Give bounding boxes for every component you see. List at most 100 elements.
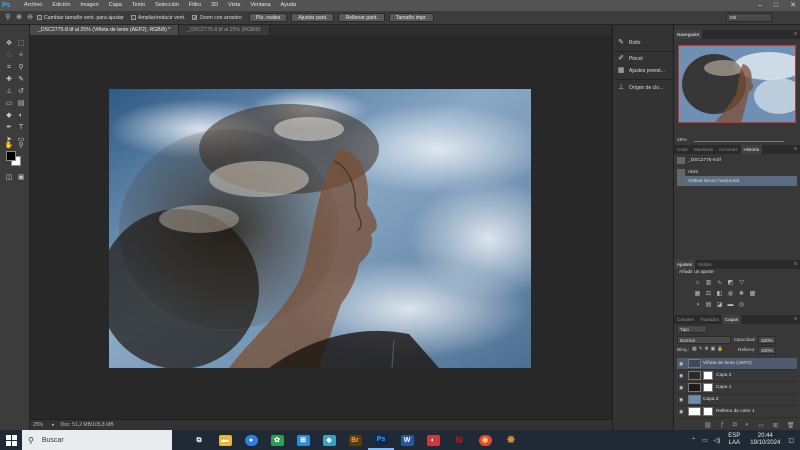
eye-icon[interactable]: ◉ bbox=[679, 385, 686, 391]
eye-icon[interactable]: ◉ bbox=[679, 397, 686, 403]
taskbar-chrome[interactable]: ◉ bbox=[472, 430, 498, 450]
foreground-color-swatch[interactable] bbox=[6, 151, 16, 161]
tab-swatches[interactable]: Muestras bbox=[691, 145, 716, 154]
tab-styles[interactable]: Estilos bbox=[695, 260, 715, 269]
tab-actions[interactable]: Acciones bbox=[716, 145, 741, 154]
tab-channels[interactable]: Canales bbox=[674, 315, 697, 324]
zoom-tool-icon[interactable]: ⚲ bbox=[4, 14, 12, 22]
start-button[interactable] bbox=[0, 430, 22, 450]
zoom-in-icon[interactable]: ⊕ bbox=[15, 14, 23, 22]
menu-3d[interactable]: 3D bbox=[206, 0, 223, 11]
tab-document-active[interactable]: _DSC2775-8.tif al 25% (Viñeta de lente (… bbox=[30, 25, 180, 35]
invert-icon[interactable]: ◑ bbox=[694, 302, 701, 309]
link-layers-icon[interactable]: ⛓ bbox=[704, 422, 712, 429]
menu-seleccion[interactable]: Selección bbox=[150, 0, 184, 11]
layer-filter-select[interactable]: Tipo bbox=[677, 325, 707, 333]
dock-item-origen-clonacion[interactable]: ⊥ Orígen de clo... bbox=[617, 82, 673, 93]
eye-icon[interactable]: ◉ bbox=[679, 361, 686, 367]
curves-icon[interactable]: ∿ bbox=[716, 280, 723, 287]
maximize-icon[interactable]: □ bbox=[774, 0, 778, 11]
selective-color-icon[interactable]: ◎ bbox=[738, 302, 745, 309]
tab-adjustments[interactable]: Ajustes bbox=[674, 260, 696, 269]
taskbar-search-box[interactable]: ⚲ Buscar bbox=[22, 430, 172, 450]
navigator-thumbnail[interactable] bbox=[678, 45, 796, 123]
black-white-icon[interactable]: ◧ bbox=[716, 291, 723, 298]
pen-tool-icon[interactable]: ✒ bbox=[4, 123, 14, 132]
history-snapshot[interactable]: _DSC2775-8.tif bbox=[677, 155, 797, 165]
zoom-out-icon[interactable]: ⊖ bbox=[26, 14, 34, 22]
magic-wand-tool-icon[interactable]: ✧ bbox=[16, 51, 26, 60]
lock-icons[interactable]: ▦✎✥▣🔒 bbox=[692, 347, 725, 352]
taskbar-tips[interactable]: ◆ bbox=[316, 430, 342, 450]
color-lookup-icon[interactable]: ▩ bbox=[749, 291, 756, 298]
marquee-tool-icon[interactable]: ⬚ bbox=[16, 39, 26, 48]
channel-mixer-icon[interactable]: ❖ bbox=[738, 291, 745, 298]
fill-screen-button[interactable]: Rellenar pant. bbox=[338, 13, 385, 22]
layer-row[interactable]: ◉ Capa 3 bbox=[677, 394, 797, 406]
new-group-icon[interactable]: ▭ bbox=[758, 422, 764, 429]
eye-icon[interactable]: ◉ bbox=[679, 409, 686, 415]
opacity-input[interactable]: 100% bbox=[758, 336, 776, 344]
taskbar-word[interactable]: W bbox=[394, 430, 420, 450]
new-layer-icon[interactable]: ⊞ bbox=[773, 422, 778, 429]
scrubby-zoom-checkbox[interactable]: ✓ Zoom con arrastre bbox=[192, 15, 242, 21]
brush-tool-icon[interactable]: ✎ bbox=[16, 75, 26, 84]
add-mask-icon[interactable]: ◘ bbox=[733, 422, 737, 429]
blend-mode-select[interactable]: Normal bbox=[677, 336, 731, 344]
menu-archivo[interactable]: Archivo bbox=[19, 0, 47, 11]
tab-history[interactable]: Historia bbox=[740, 145, 763, 154]
menu-edicion[interactable]: Edición bbox=[47, 0, 75, 11]
photo-filter-icon[interactable]: ◍ bbox=[727, 291, 734, 298]
volume-icon[interactable]: ◁) bbox=[714, 437, 721, 444]
fit-screen-button[interactable]: Ajustar pant. bbox=[291, 13, 335, 22]
tab-paths[interactable]: Trazados bbox=[697, 315, 722, 324]
navigator-zoom-slider[interactable] bbox=[694, 141, 784, 142]
healing-brush-tool-icon[interactable]: ✚ bbox=[4, 75, 14, 84]
hand-tool-icon[interactable]: ✋ bbox=[4, 141, 14, 150]
taskbar-calculator[interactable]: ⊞ bbox=[290, 430, 316, 450]
notification-icon[interactable]: ▢ bbox=[788, 437, 794, 444]
network-icon[interactable]: ▭ bbox=[702, 437, 708, 444]
taskbar-teams[interactable]: ◐ bbox=[420, 430, 446, 450]
language-indicator[interactable]: ESP LAA bbox=[728, 433, 740, 447]
dock-item-pincel[interactable]: ✐ Pincel bbox=[617, 53, 673, 64]
taskbar-bridge[interactable]: Br bbox=[342, 430, 368, 450]
status-arrow-icon[interactable]: ▸ bbox=[52, 422, 55, 428]
layer-row[interactable]: ◉ Viñeta de lente (AEP2) bbox=[677, 358, 797, 370]
minimize-icon[interactable]: – bbox=[758, 0, 762, 11]
lasso-tool-icon[interactable]: ◌ bbox=[4, 51, 14, 60]
blur-tool-icon[interactable]: ◆ bbox=[4, 111, 14, 120]
close-icon[interactable]: ✕ bbox=[790, 0, 796, 11]
clock[interactable]: 20:44 19/10/2024 bbox=[750, 433, 780, 447]
fill-input[interactable]: 100% bbox=[758, 346, 776, 354]
layer-style-icon[interactable]: ƒ bbox=[721, 422, 724, 429]
menu-capa[interactable]: Capa bbox=[104, 0, 127, 11]
zoom-level[interactable]: 25% bbox=[30, 422, 52, 428]
type-tool-icon[interactable]: T bbox=[16, 123, 26, 132]
panel-menu-icon[interactable]: ≡ bbox=[794, 260, 797, 269]
gradient-map-icon[interactable]: ▬ bbox=[727, 302, 734, 309]
layer-row[interactable]: ◉ Capa 1 bbox=[677, 382, 797, 394]
screen-mode-icon[interactable]: ▣ bbox=[16, 173, 26, 182]
tab-document[interactable]: _DSC2775-8.tif al 25% (RGB/8) bbox=[179, 25, 270, 35]
document-canvas-image[interactable] bbox=[109, 89, 531, 368]
tab-navigator[interactable]: Navegador bbox=[674, 30, 703, 39]
delete-layer-icon[interactable]: 🗑 bbox=[787, 422, 795, 429]
taskbar-settings[interactable]: ✹ bbox=[498, 430, 524, 450]
threshold-icon[interactable]: ◪ bbox=[716, 302, 723, 309]
taskbar-file-explorer[interactable]: ▬ bbox=[212, 430, 238, 450]
dodge-tool-icon[interactable]: ◐ bbox=[16, 111, 26, 120]
taskbar-photoshop[interactable]: Ps bbox=[368, 430, 394, 450]
clone-stamp-tool-icon[interactable]: ⊥ bbox=[4, 87, 14, 96]
history-step-flip[interactable]: Voltear lienzo horizontal bbox=[677, 176, 797, 186]
dock-item-ajustes-preest[interactable]: ▦ Ajustes preest... bbox=[617, 65, 673, 76]
taskbar-task-view[interactable]: ⧉ bbox=[186, 430, 212, 450]
vibrance-icon[interactable]: ▽ bbox=[738, 280, 745, 287]
canvas-area[interactable] bbox=[30, 35, 612, 419]
actual-pixels-button[interactable]: Píx. reales bbox=[248, 13, 288, 22]
taskbar-messenger[interactable]: ● bbox=[238, 430, 264, 450]
hue-saturation-icon[interactable]: ▦ bbox=[694, 291, 701, 298]
gradient-tool-icon[interactable]: ▤ bbox=[16, 99, 26, 108]
menu-texto[interactable]: Texto bbox=[127, 0, 150, 11]
color-balance-icon[interactable]: ⚖ bbox=[705, 291, 712, 298]
